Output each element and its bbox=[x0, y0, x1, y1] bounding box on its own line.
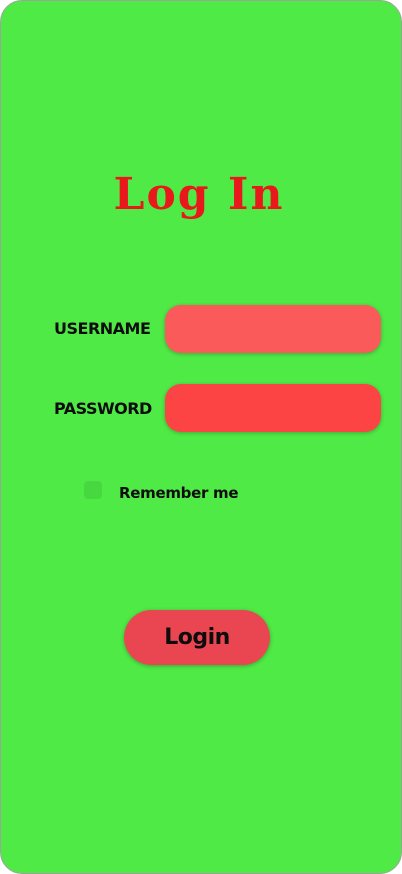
username-label: USERNAME bbox=[54, 319, 151, 338]
password-label: PASSWORD bbox=[54, 399, 152, 418]
login-screen: Log In USERNAME PASSWORD Remember me Log… bbox=[0, 0, 402, 874]
login-button[interactable]: Login bbox=[124, 610, 270, 665]
page-title: Log In bbox=[113, 169, 285, 220]
username-input[interactable] bbox=[165, 305, 381, 353]
password-input[interactable] bbox=[165, 384, 381, 432]
remember-me-checkbox[interactable] bbox=[84, 481, 102, 499]
remember-me-label[interactable]: Remember me bbox=[119, 483, 239, 503]
